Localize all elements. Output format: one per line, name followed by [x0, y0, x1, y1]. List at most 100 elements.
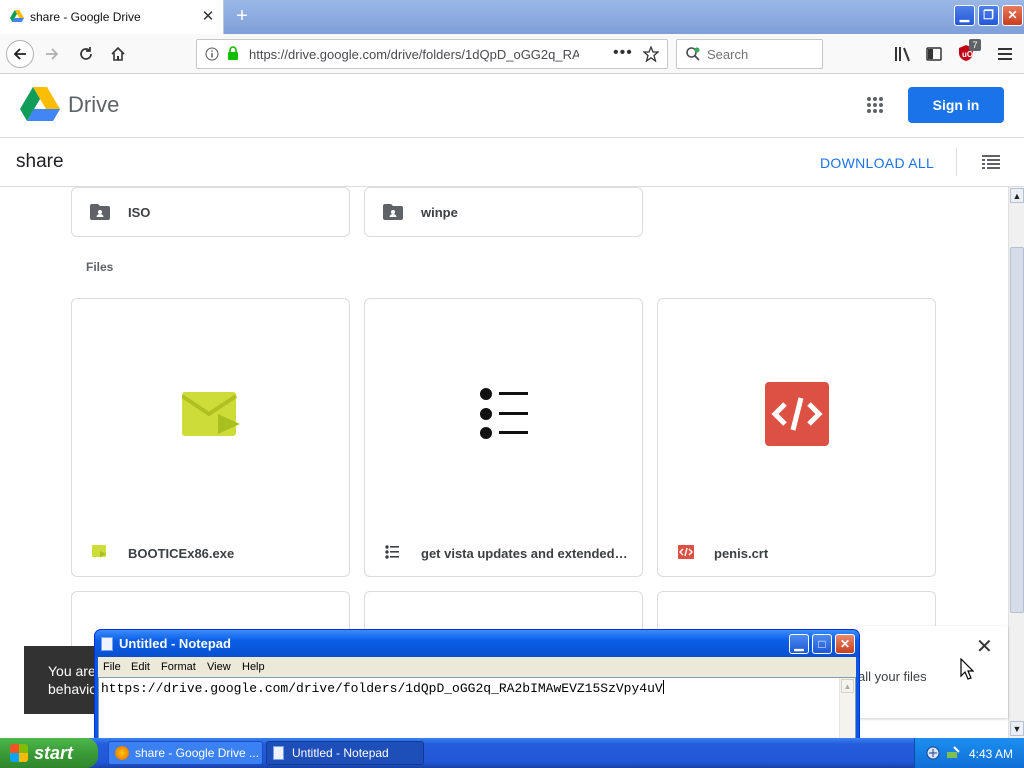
ublock-badge: 7 [969, 39, 981, 51]
toast-text: You are behavio [48, 663, 98, 697]
notepad-content: https://drive.google.com/drive/folders/1… [101, 681, 663, 696]
url-text: https://drive.google.com/drive/folders/1… [249, 47, 579, 62]
safely-remove-icon[interactable] [945, 745, 961, 761]
browser-tab[interactable]: share - Google Drive ✕ [0, 0, 224, 34]
promo-banner: all your files ✕ [858, 626, 1008, 718]
text-caret [662, 680, 664, 694]
window-minimize-button[interactable]: ▁ [954, 5, 975, 26]
browser-navbar: https://drive.google.com/drive/folders/1… [0, 34, 1024, 74]
file-name: penis.crt [714, 546, 769, 561]
shared-folder-icon [90, 204, 110, 220]
svg-text:uO: uO [962, 50, 973, 59]
file-card[interactable]: get vista updates and extended kernel.tx… [364, 298, 643, 577]
notepad-window[interactable]: Untitled - Notepad ▁ □ ✕ File Edit Forma… [94, 629, 860, 741]
taskbar-item-notepad[interactable]: Untitled - Notepad [266, 741, 424, 765]
folder-header: share DOWNLOAD ALL [0, 138, 1024, 187]
notepad-close-button[interactable]: ✕ [835, 634, 855, 654]
notepad-small-icon [273, 746, 284, 760]
page-scrollbar[interactable]: ▲ ▼ [1008, 187, 1024, 738]
menu-icon[interactable] [997, 46, 1013, 62]
bookmark-star-icon[interactable] [643, 46, 659, 62]
notepad-text-area[interactable]: https://drive.google.com/drive/folders/1… [98, 677, 856, 740]
cookie-toast: You are behavio [24, 646, 104, 714]
network-icon[interactable] [925, 745, 941, 761]
file-thumbnail [658, 299, 935, 529]
list-view-icon[interactable] [982, 155, 1000, 169]
taskbar-item-label: Untitled - Notepad [292, 746, 389, 760]
drive-brand[interactable]: Drive [68, 92, 119, 118]
notepad-maximize-button[interactable]: □ [812, 634, 832, 654]
notepad-line: https://drive.google.com/drive/folders/1… [101, 680, 664, 696]
search-icon [685, 46, 701, 62]
mouse-cursor-icon [960, 658, 974, 680]
folder-name: ISO [128, 205, 151, 220]
notepad-title: Untitled - Notepad [119, 636, 231, 651]
scroll-down-icon[interactable]: ▼ [1010, 721, 1024, 736]
library-icon[interactable] [894, 46, 912, 62]
drive-header: Drive Sign in [0, 74, 1024, 138]
banner-close-icon[interactable]: ✕ [976, 634, 993, 659]
home-button[interactable] [104, 40, 132, 68]
drive-logo-icon[interactable] [20, 87, 60, 121]
start-label: start [34, 742, 74, 763]
exe-file-icon [181, 392, 240, 436]
menu-edit[interactable]: Edit [131, 661, 150, 673]
file-thumbnail [72, 299, 349, 529]
drive-favicon-icon [10, 10, 24, 22]
file-name: get vista updates and extended kernel.tx… [421, 546, 629, 561]
notepad-scrollbar[interactable]: ▲ [839, 678, 855, 740]
menu-file[interactable]: File [103, 661, 121, 673]
apps-grid-icon[interactable] [866, 96, 884, 114]
code-file-icon [764, 382, 829, 446]
start-button[interactable]: start [0, 738, 98, 768]
notepad-titlebar[interactable]: Untitled - Notepad ▁ □ ✕ [95, 630, 859, 657]
windows-logo-icon [10, 744, 28, 762]
folder-title: share [16, 151, 64, 172]
reload-button[interactable] [72, 40, 100, 68]
taskbar-item-label: share - Google Drive ... [135, 746, 260, 760]
taskbar: start share - Google Drive ... Untitled … [0, 738, 1024, 768]
clock: 4:43 AM [969, 747, 1014, 761]
shared-folder-icon [383, 204, 403, 220]
window-restore-button[interactable]: ❐ [978, 5, 999, 26]
file-card[interactable]: BOOTICEx86.exe [71, 298, 350, 577]
menu-help[interactable]: Help [242, 661, 265, 673]
lock-icon [227, 46, 239, 61]
folder-card[interactable]: winpe [364, 187, 643, 237]
notepad-menubar: File Edit Format View Help [98, 657, 856, 677]
address-bar[interactable]: https://drive.google.com/drive/folders/1… [196, 39, 668, 69]
folder-card[interactable]: ISO [71, 187, 350, 237]
firefox-icon [115, 746, 129, 760]
forward-button[interactable] [38, 40, 66, 68]
search-input[interactable]: Search [676, 39, 823, 69]
notepad-icon [101, 637, 113, 651]
list-small-icon [385, 545, 399, 559]
taskbar-item-browser[interactable]: share - Google Drive ... [108, 741, 263, 765]
tab-close-icon[interactable]: ✕ [200, 9, 216, 25]
page-actions-icon[interactable]: ••• [613, 44, 633, 62]
notepad-minimize-button[interactable]: ▁ [789, 634, 809, 654]
browser-title-strip: share - Google Drive ✕ + ▁ ❐ ✕ [0, 0, 1024, 34]
info-icon[interactable] [205, 47, 219, 61]
file-name: BOOTICEx86.exe [128, 546, 235, 561]
scroll-up-icon[interactable]: ▲ [1010, 188, 1024, 203]
sign-in-button[interactable]: Sign in [908, 87, 1004, 123]
banner-text: all your files [858, 669, 927, 684]
menu-format[interactable]: Format [161, 661, 196, 673]
exe-small-icon [92, 545, 106, 557]
code-small-icon [678, 545, 694, 559]
scroll-thumb[interactable] [1010, 247, 1024, 613]
menu-view[interactable]: View [207, 661, 231, 673]
header-divider [956, 148, 957, 176]
notepad-scroll-up-icon[interactable]: ▲ [841, 679, 854, 693]
back-button[interactable] [6, 40, 34, 68]
system-tray: 4:43 AM [914, 738, 1024, 768]
new-tab-icon[interactable]: + [232, 5, 252, 27]
sidebar-icon[interactable] [926, 46, 942, 62]
download-all-button[interactable]: DOWNLOAD ALL [820, 155, 934, 171]
files-section-label: Files [86, 260, 114, 274]
file-card[interactable]: penis.crt [657, 298, 936, 577]
file-thumbnail [365, 299, 642, 529]
search-placeholder: Search [707, 47, 749, 62]
window-close-button[interactable]: ✕ [1002, 5, 1023, 26]
